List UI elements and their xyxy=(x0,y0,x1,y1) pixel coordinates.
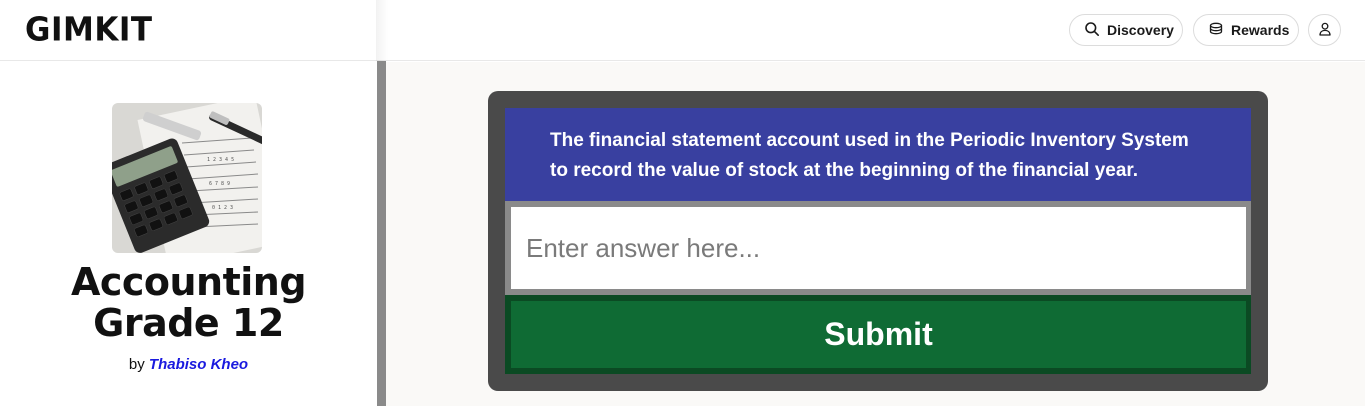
search-icon xyxy=(1084,21,1100,40)
discovery-button[interactable]: Discovery xyxy=(1069,14,1183,46)
kit-author: by Thabiso Kheo xyxy=(0,356,377,373)
kit-title-line1: Accounting xyxy=(70,260,307,304)
question-text: The financial statement account used in … xyxy=(550,126,1240,186)
question-text-line2: to record the value of stock at the begi… xyxy=(550,160,1139,181)
question-text-line1: The financial statement account used in … xyxy=(550,130,1189,151)
submit-button[interactable]: Submit xyxy=(511,301,1246,368)
rewards-label: Rewards xyxy=(1231,22,1290,38)
by-label: by xyxy=(128,356,145,373)
user-icon xyxy=(1317,21,1333,40)
header-divider xyxy=(376,0,388,61)
svg-text:0 1 2 3: 0 1 2 3 xyxy=(212,205,233,211)
kit-title-line2: Grade 12 xyxy=(93,301,284,345)
svg-text:1 2 3 4 5: 1 2 3 4 5 xyxy=(207,157,234,163)
coins-icon xyxy=(1208,21,1224,40)
kit-title: Accounting Grade 12 xyxy=(0,262,377,344)
panel-divider xyxy=(377,61,386,406)
discovery-label: Discovery xyxy=(1107,22,1174,38)
answer-input[interactable] xyxy=(511,207,1246,289)
kit-cover-image: 1 2 3 4 5 6 7 8 9 0 1 2 3 xyxy=(112,103,262,253)
top-bar: GIMKIT Discovery Rewards xyxy=(0,0,1365,61)
author-link[interactable]: Thabiso Kheo xyxy=(149,356,248,373)
rewards-button[interactable]: Rewards xyxy=(1193,14,1299,46)
gimkit-logo[interactable]: GIMKIT xyxy=(25,11,153,49)
profile-button[interactable] xyxy=(1308,14,1341,46)
svg-text:6 7 8 9: 6 7 8 9 xyxy=(209,181,230,187)
